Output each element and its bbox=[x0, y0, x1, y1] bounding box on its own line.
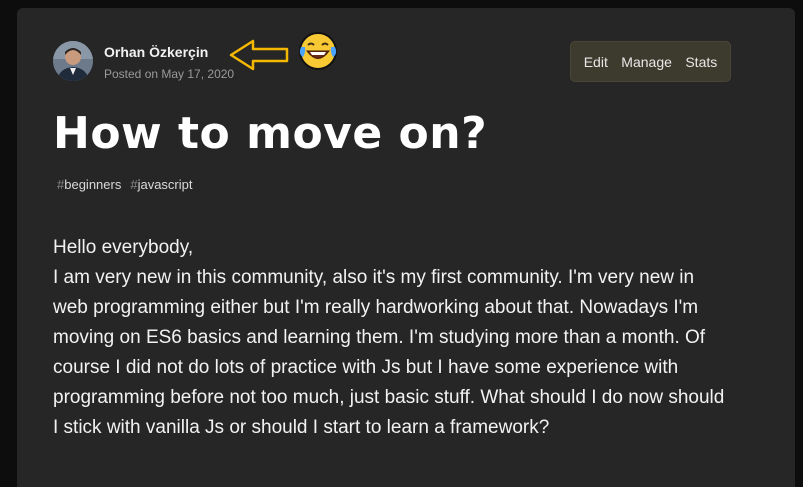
tag-label: javascript bbox=[137, 177, 193, 192]
tag-beginners[interactable]: #beginners bbox=[57, 177, 121, 192]
manage-button[interactable]: Manage bbox=[621, 54, 672, 70]
post-body: Hello everybody, I am very new in this c… bbox=[53, 233, 733, 443]
tag-label: beginners bbox=[64, 177, 122, 192]
post-title: How to move on? bbox=[53, 108, 488, 159]
tag-list: #beginners #javascript bbox=[57, 177, 193, 192]
left-arrow-icon bbox=[229, 38, 291, 76]
post-greeting: Hello everybody, bbox=[53, 237, 194, 258]
author-name[interactable]: Orhan Özkerçin bbox=[104, 44, 208, 60]
stats-button[interactable]: Stats bbox=[685, 54, 717, 70]
post-paragraph: I am very new in this community, also it… bbox=[53, 267, 725, 438]
author-avatar[interactable] bbox=[53, 41, 93, 81]
edit-button[interactable]: Edit bbox=[584, 54, 608, 70]
post-date: Posted on May 17, 2020 bbox=[104, 67, 235, 81]
post-actions: Edit Manage Stats bbox=[570, 41, 731, 82]
tag-hash: # bbox=[130, 177, 138, 192]
laughing-tears-icon bbox=[297, 30, 339, 76]
tag-javascript[interactable]: #javascript bbox=[130, 177, 192, 192]
